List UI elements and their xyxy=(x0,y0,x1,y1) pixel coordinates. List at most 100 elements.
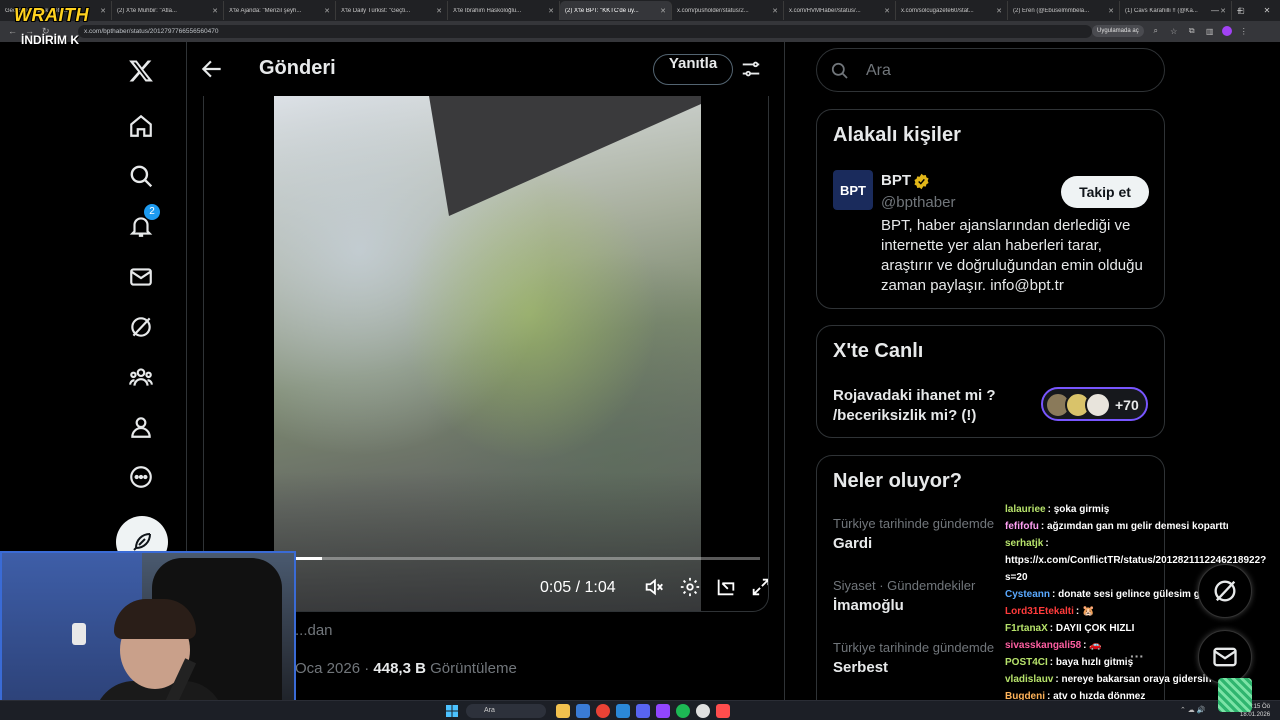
bpt-avatar[interactable]: BPT xyxy=(833,170,873,210)
extensions-icon[interactable]: ⧉ xyxy=(1186,26,1198,36)
messages-floating-button[interactable] xyxy=(1198,630,1252,684)
stream-brand-logo: WRAITH xyxy=(14,5,89,25)
tab-title: X'te Ajanda: "Menzil şeyh... xyxy=(229,7,302,14)
profile-icon[interactable] xyxy=(124,410,158,444)
home-icon[interactable] xyxy=(124,109,158,143)
system-tray[interactable]: ⌃ ☁ 🔊 xyxy=(1180,706,1205,714)
chat-text: : 🐹 xyxy=(1075,606,1095,617)
taskbar-search[interactable]: Ara xyxy=(466,704,546,718)
live-listeners[interactable]: +70 xyxy=(1041,387,1148,421)
tab-close-icon[interactable]: ✕ xyxy=(548,7,554,15)
video-progress-bar[interactable] xyxy=(284,557,760,560)
meta-separator: · xyxy=(364,660,370,677)
spotify-icon[interactable] xyxy=(676,704,690,718)
browser-tab[interactable]: (2) X'te Muhbir: "Atla... ✕ xyxy=(112,1,224,20)
trend-name: Serbest xyxy=(833,659,889,676)
tab-close-icon[interactable]: ✕ xyxy=(660,7,666,15)
video-settings-icon[interactable] xyxy=(679,576,703,600)
search-icon[interactable] xyxy=(124,159,158,193)
reply-button[interactable]: Yanıtla xyxy=(653,54,733,85)
video-frame[interactable] xyxy=(274,96,701,611)
fullscreen-icon[interactable] xyxy=(750,576,768,600)
browser-tab[interactable]: (2) Eren (@Ebuselmmbela... ✕ xyxy=(1008,1,1120,20)
tab-title: (2) X'te Muhbir: "Atla... xyxy=(117,7,177,14)
account-name[interactable]: BPT xyxy=(881,172,911,189)
tab-title: (2) Eren (@Ebuselmmbela... xyxy=(1013,7,1090,14)
edge-icon[interactable] xyxy=(576,704,590,718)
chat-message: fefifofu: ağzımdan gan mı gelir demesi k… xyxy=(1005,518,1267,535)
tab-close-icon[interactable]: ✕ xyxy=(772,7,778,15)
profile-avatar[interactable] xyxy=(1221,26,1232,36)
address-bar-row: ← → ↻ x.com/bpthaber/status/201279776655… xyxy=(0,21,1280,42)
browser-tab[interactable]: x.com/HVMHaber/status/... ✕ xyxy=(784,1,896,20)
zoom-icon[interactable]: ⌕ xyxy=(1150,26,1162,36)
communities-icon[interactable] xyxy=(124,360,158,394)
file-explorer-icon[interactable] xyxy=(556,704,570,718)
sidebar-icon[interactable]: ▥ xyxy=(1204,27,1216,36)
search-icon xyxy=(831,62,848,79)
account-bio: BPT, haber ajanslarından derlediği ve in… xyxy=(881,217,1143,294)
browser-tab[interactable]: x.com/pusholder/status/2... ✕ xyxy=(672,1,784,20)
discord-icon[interactable] xyxy=(636,704,650,718)
tab-close-icon[interactable]: ✕ xyxy=(212,7,218,15)
minimize-icon[interactable]: — xyxy=(1202,6,1228,15)
qr-code-overlay xyxy=(1218,678,1252,712)
chat-username: vladislauv xyxy=(1005,674,1054,685)
obs-icon[interactable] xyxy=(696,704,710,718)
browser-tab[interactable]: x.com/solcugazete60/stat... ✕ xyxy=(896,1,1008,20)
maximize-icon[interactable]: ▢ xyxy=(1228,6,1254,15)
webcam-overlay xyxy=(0,551,296,720)
tab-close-icon[interactable]: ✕ xyxy=(1108,7,1114,15)
trend-category: Türkiye tarihinde gündemde xyxy=(833,516,995,531)
app-icon[interactable] xyxy=(616,704,630,718)
tab-close-icon[interactable]: ✕ xyxy=(996,7,1002,15)
live-card[interactable]: X'te Canlı Rojavadaki ihanet mi ? /becer… xyxy=(816,325,1165,438)
search-box[interactable]: Ara xyxy=(816,48,1165,92)
mute-icon[interactable] xyxy=(643,576,667,600)
grok-icon[interactable] xyxy=(124,310,158,344)
url-field[interactable]: x.com/bpthaber/status/201279776655656047… xyxy=(78,25,1092,38)
live-topic[interactable]: Rojavadaki ihanet mi ? /beceriksizlik mi… xyxy=(833,386,1033,426)
notifications-bell-icon[interactable]: 2 xyxy=(124,204,160,243)
picture-in-picture-icon[interactable] xyxy=(715,576,739,600)
browser-tab[interactable]: (2) X'te BPT: "KKTC'de uy... ✕ xyxy=(560,1,672,20)
close-window-icon[interactable]: ✕ xyxy=(1254,6,1280,15)
trend-item[interactable]: Siyaset · Gündemdekiler İmamoğlu xyxy=(833,578,975,614)
tab-close-icon[interactable]: ✕ xyxy=(324,7,330,15)
trend-item[interactable]: Türkiye tarihinde gündemde Gardi xyxy=(833,516,994,552)
back-arrow-icon[interactable] xyxy=(199,56,225,82)
trend-category: Siyaset · Gündemdekiler xyxy=(833,578,976,593)
tab-title: X'te Daily Türkist: "Geçti... xyxy=(341,7,411,14)
browser-menu-icon[interactable]: ⋮ xyxy=(1238,27,1250,36)
verified-badge-icon xyxy=(914,173,929,190)
chat-text: : şoka girmiş xyxy=(1047,504,1110,515)
open-in-app-button[interactable]: Uygulamada aç xyxy=(1092,25,1144,37)
windows-start-icon[interactable] xyxy=(446,705,458,717)
tab-close-icon[interactable]: ✕ xyxy=(436,7,442,15)
app-icon[interactable] xyxy=(716,704,730,718)
settings-sliders-icon[interactable] xyxy=(740,58,762,80)
back-icon[interactable]: ← xyxy=(8,26,17,37)
tab-title: x.com/solcugazete60/stat... xyxy=(901,7,974,14)
browser-tab[interactable]: X'te Ajanda: "Menzil şeyh... ✕ xyxy=(224,1,336,20)
tab-close-icon[interactable]: ✕ xyxy=(100,7,106,15)
mail-icon[interactable] xyxy=(124,260,158,294)
video-current-time: 0:05 xyxy=(540,579,572,596)
follow-button[interactable]: Takip et xyxy=(1061,176,1149,208)
bookmark-star-icon[interactable]: ☆ xyxy=(1168,27,1180,36)
notifications-badge: 2 xyxy=(144,204,160,220)
grok-floating-button[interactable] xyxy=(1198,564,1252,618)
trend-item[interactable]: Türkiye tarihinde gündemde Serbest xyxy=(833,640,994,676)
more-icon[interactable] xyxy=(124,460,158,494)
video-player[interactable]: 0:05 / 1:04 xyxy=(203,96,769,612)
live-title: X'te Canlı xyxy=(833,340,924,362)
account-handle: @bpthaber xyxy=(881,194,956,211)
twitch-icon[interactable] xyxy=(656,704,670,718)
x-logo-icon[interactable] xyxy=(124,54,158,88)
listener-count: +70 xyxy=(1115,397,1139,413)
tab-close-icon[interactable]: ✕ xyxy=(884,7,890,15)
chrome-icon[interactable] xyxy=(596,704,610,718)
chat-text: : ağzımdan gan mı gelir demesi koparttı xyxy=(1040,521,1229,532)
browser-tab[interactable]: X'te İbrahim Haskoloğlu... ✕ xyxy=(448,1,560,20)
browser-tab[interactable]: X'te Daily Türkist: "Geçti... ✕ xyxy=(336,1,448,20)
